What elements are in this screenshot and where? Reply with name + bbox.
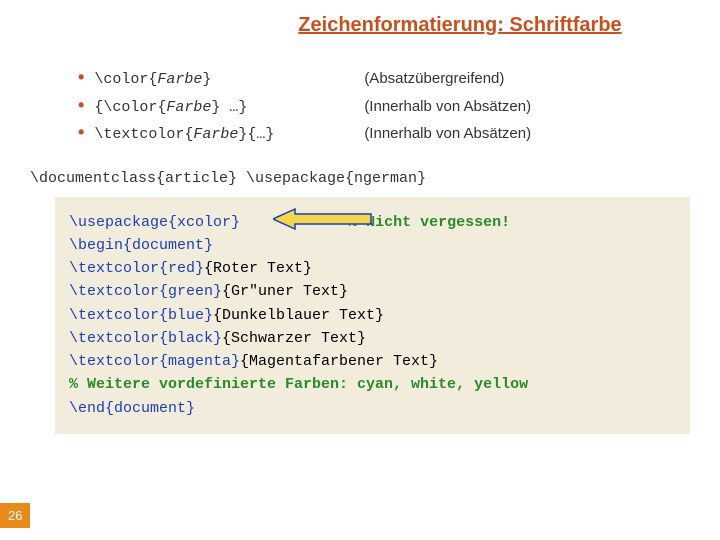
bullet-icon: • bbox=[78, 65, 84, 90]
list-item: • \color{Farbe} (Absatzübergreifend) bbox=[78, 65, 720, 93]
bullet-icon: • bbox=[78, 120, 84, 145]
description-text: (Innerhalb von Absätzen) bbox=[364, 94, 531, 120]
code-line: \textcolor{green}{Gr"uner Text} bbox=[69, 280, 678, 303]
description-text: (Absatzübergreifend) bbox=[364, 66, 504, 92]
code-line: \textcolor{magenta}{Magentafarbener Text… bbox=[69, 350, 678, 373]
bullet-icon: • bbox=[78, 93, 84, 118]
code-header-line: \documentclass{article} \usepackage{nger… bbox=[30, 170, 720, 187]
command-text: {\color{Farbe} …} bbox=[94, 95, 364, 121]
code-line: \textcolor{black}{Schwarzer Text} bbox=[69, 327, 678, 350]
code-block: \usepackage{xcolor} % Nicht vergessen! \… bbox=[55, 197, 690, 434]
code-line: \begin{document} bbox=[69, 234, 678, 257]
code-line: \usepackage{xcolor} % Nicht vergessen! bbox=[69, 211, 678, 234]
code-line: \textcolor{red}{Roter Text} bbox=[69, 257, 678, 280]
list-item: • {\color{Farbe} …} (Innerhalb von Absät… bbox=[78, 93, 720, 121]
command-text: \color{Farbe} bbox=[94, 67, 364, 93]
description-text: (Innerhalb von Absätzen) bbox=[364, 121, 531, 147]
list-item: • \textcolor{Farbe}{…} (Innerhalb von Ab… bbox=[78, 120, 720, 148]
page-number: 26 bbox=[0, 503, 30, 528]
code-line: % Weitere vordefinierte Farben: cyan, wh… bbox=[69, 373, 678, 396]
command-text: \textcolor{Farbe}{…} bbox=[94, 122, 364, 148]
code-line: \textcolor{blue}{Dunkelblauer Text} bbox=[69, 304, 678, 327]
bullet-list: • \color{Farbe} (Absatzübergreifend) • {… bbox=[78, 65, 720, 148]
slide-title: Zeichenformatierung: Schriftfarbe bbox=[0, 0, 720, 37]
arrow-left-icon bbox=[273, 207, 373, 231]
code-line: \end{document} bbox=[69, 397, 678, 420]
